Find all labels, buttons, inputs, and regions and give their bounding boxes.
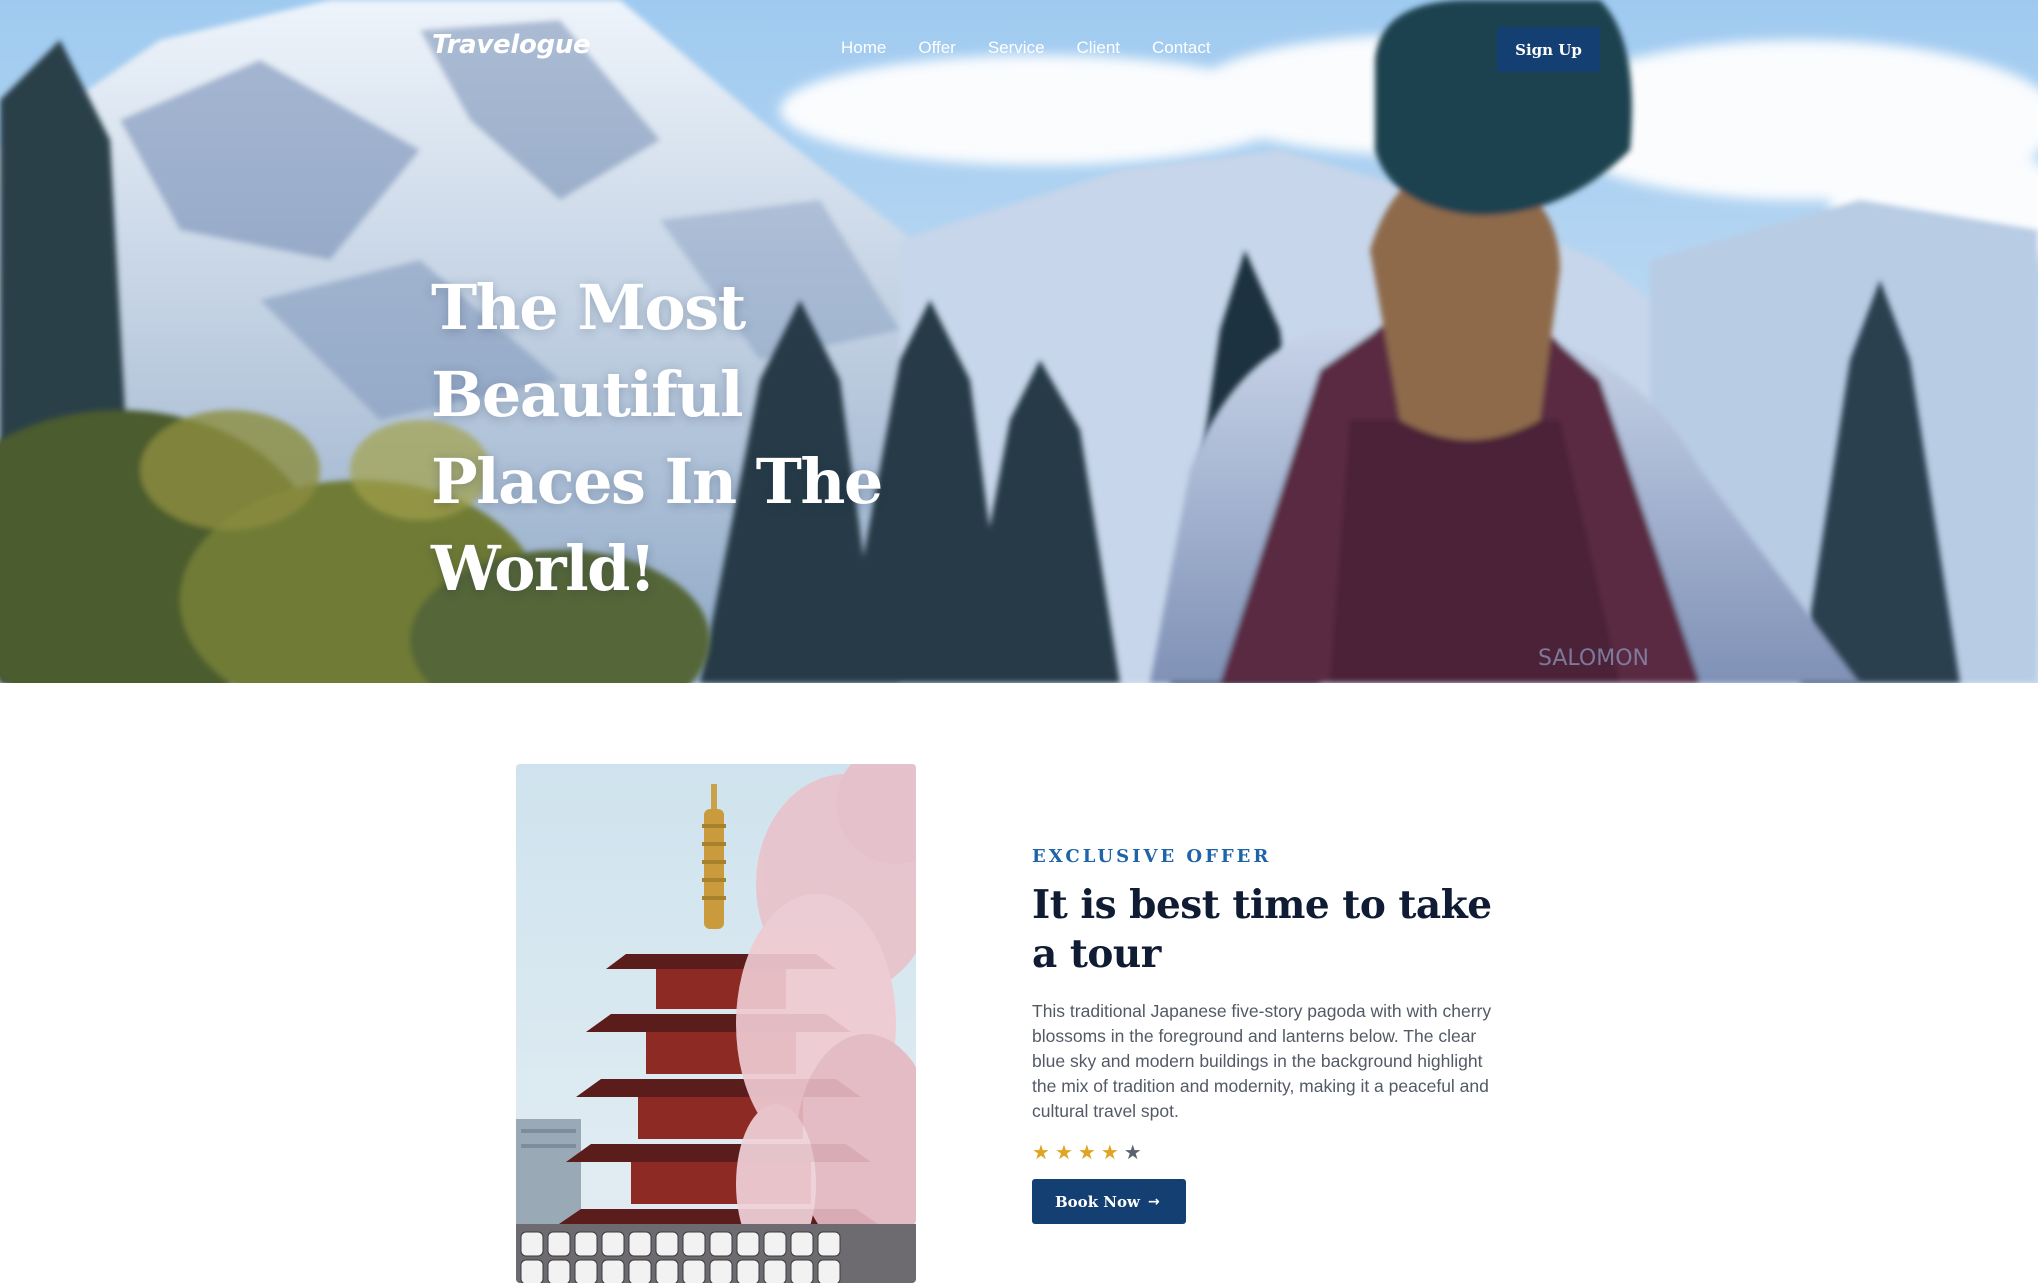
- star-icon: ★: [1077, 1142, 1096, 1164]
- brand-logo[interactable]: Travelogue: [432, 30, 591, 60]
- hero-title-line-2: Places In The: [431, 445, 883, 518]
- star-icon: ★: [1123, 1142, 1142, 1164]
- hero-section: SALOMON Travelogue Home Offer Service Cl…: [0, 0, 2038, 683]
- nav-link-service[interactable]: Service: [988, 38, 1045, 58]
- star-icon: ★: [1054, 1142, 1073, 1164]
- hero-title-line-3: World!: [431, 532, 656, 605]
- offer-heading: It is best time to take a tour: [1032, 882, 1492, 977]
- nav-link-contact[interactable]: Contact: [1152, 38, 1211, 58]
- hero-title-line-1: The Most Beautiful: [431, 271, 746, 431]
- star-icon: ★: [1100, 1142, 1119, 1164]
- nav-link-home[interactable]: Home: [841, 38, 886, 58]
- star-icon: ★: [1032, 1142, 1050, 1164]
- backpack-logo-text: SALOMON: [1538, 646, 1649, 671]
- book-now-button[interactable]: Book Now →: [1032, 1179, 1186, 1224]
- offer-description: This traditional Japanese five-story pag…: [1032, 1001, 1492, 1121]
- pagoda-photo: [516, 764, 916, 1283]
- top-navigation: Travelogue Home Offer Service Client Con…: [0, 0, 2038, 100]
- sign-up-button[interactable]: Sign Up: [1497, 27, 1600, 72]
- book-now-label: Book Now: [1055, 1192, 1140, 1211]
- hero-title: The Most Beautiful Places In The World!: [431, 264, 1031, 612]
- offer-eyebrow: EXCLUSIVE OFFER: [1032, 846, 1272, 867]
- star-rating: ★ ★ ★ ★ ★: [1032, 1142, 1502, 1164]
- offer-content: EXCLUSIVE OFFER It is best time to take …: [1032, 846, 1502, 1224]
- arrow-right-icon: →: [1147, 1193, 1160, 1210]
- nav-menu: Home Offer Service Client Contact: [841, 38, 1211, 58]
- nav-link-client[interactable]: Client: [1077, 38, 1120, 58]
- pagoda-illustration: [516, 764, 916, 1283]
- nav-link-offer[interactable]: Offer: [918, 38, 955, 58]
